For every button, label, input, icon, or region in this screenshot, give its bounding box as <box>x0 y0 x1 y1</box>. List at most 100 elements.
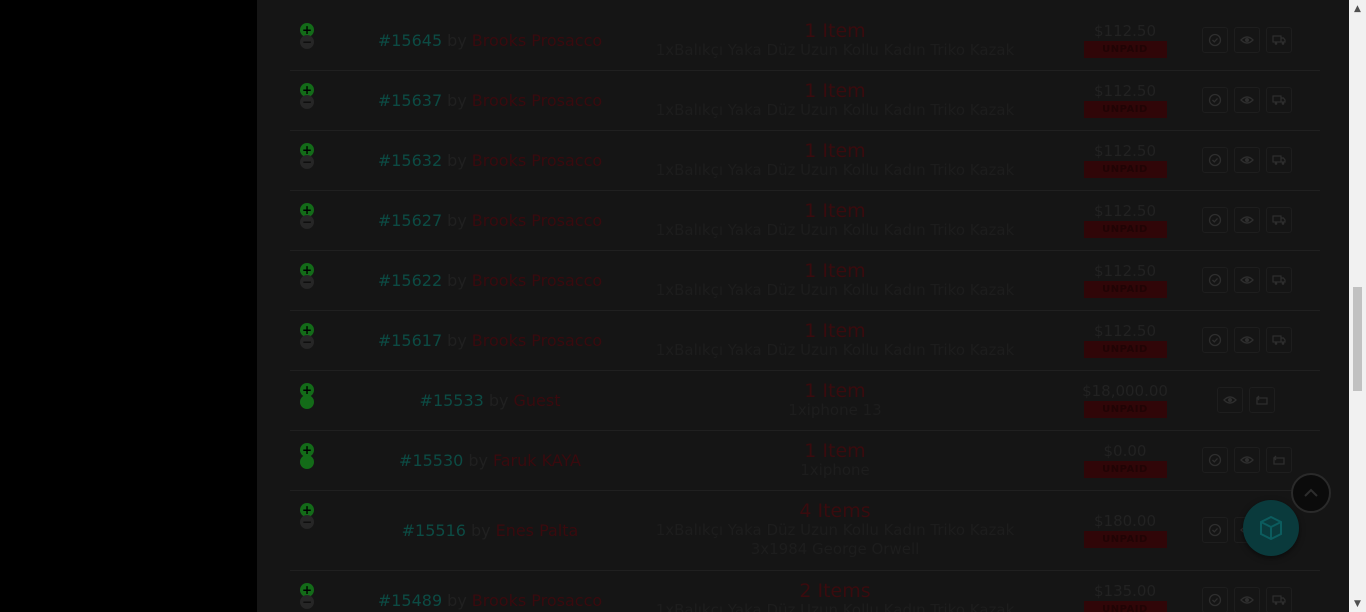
ship-button[interactable] <box>1266 207 1292 233</box>
order-number-link[interactable]: #15622 <box>378 271 442 290</box>
customer-name-link[interactable]: Brooks Prosacco <box>472 591 602 610</box>
order-total: $135.00 <box>1093 582 1157 600</box>
ship-button[interactable] <box>1266 87 1292 113</box>
items-count: 1 Item <box>804 79 866 102</box>
order-total: $112.50 <box>1093 262 1157 280</box>
item-line: 1xiphone 13 <box>788 400 882 419</box>
customer-name-link[interactable]: Enes Palta <box>496 521 579 540</box>
truck-icon <box>1272 213 1286 227</box>
actions-cell <box>1202 430 1298 490</box>
check-button[interactable] <box>1202 267 1228 293</box>
by-label: by <box>447 330 467 350</box>
floating-box-button[interactable] <box>1243 500 1299 556</box>
ship-button[interactable] <box>1266 27 1292 53</box>
price-cell: $180.00 UNPAID <box>1083 490 1167 570</box>
order-total: $112.50 <box>1093 82 1157 100</box>
order-total: $18,000.00 <box>1082 382 1168 400</box>
order-number-link[interactable]: #15530 <box>399 451 463 470</box>
items-cell: 1 Item 1xBalıkçı Yaka Düz Uzun Kollu Kadı… <box>590 310 1080 370</box>
scrollbar-thumb[interactable] <box>1353 287 1362 391</box>
check-circle-icon <box>1208 153 1222 167</box>
price-cell: $112.50 UNPAID <box>1083 310 1167 370</box>
view-button[interactable] <box>1234 147 1260 173</box>
order-total: $112.50 <box>1093 142 1157 160</box>
view-button[interactable] <box>1234 87 1260 113</box>
items-cell: 1 Item 1xBalıkçı Yaka Düz Uzun Kollu Kadı… <box>590 250 1080 310</box>
view-button[interactable] <box>1234 587 1260 612</box>
price-cell: $135.00 UNPAID <box>1083 570 1167 612</box>
table-row: + − #15632 by Brooks Prosacco 1 Item 1xBalıkçı… <box>290 130 1320 191</box>
vertical-scrollbar[interactable]: ▲ ▼ <box>1349 0 1366 612</box>
check-button[interactable] <box>1202 517 1228 543</box>
table-row: + − #15627 by Brooks Prosacco 1 Item 1xBalıkçı… <box>290 190 1320 251</box>
items-cell: 1 Item 1xBalıkçı Yaka Düz Uzun Kollu Kadı… <box>590 10 1080 70</box>
truck-icon <box>1272 33 1286 47</box>
by-label: by <box>447 90 467 110</box>
view-button[interactable] <box>1234 447 1260 473</box>
ship-button[interactable] <box>1266 327 1292 353</box>
eye-icon <box>1240 33 1254 47</box>
items-cell: 1 Item 1xBalıkçı Yaka Düz Uzun Kollu Kadı… <box>590 70 1080 130</box>
items-count: 1 Item <box>804 319 866 342</box>
order-number-link[interactable]: #15637 <box>378 91 442 110</box>
status-badge: UNPAID <box>1083 101 1167 118</box>
view-button[interactable] <box>1217 387 1243 413</box>
price-cell: $112.50 UNPAID <box>1083 70 1167 130</box>
check-button[interactable] <box>1202 207 1228 233</box>
customer-name-link[interactable]: Brooks Prosacco <box>472 331 602 350</box>
actions-cell <box>1202 10 1298 70</box>
by-label: by <box>470 520 491 540</box>
refund-button[interactable] <box>1266 447 1292 473</box>
order-number-link[interactable]: #15632 <box>378 151 442 170</box>
status-badge: UNPAID <box>1083 601 1167 612</box>
view-button[interactable] <box>1234 27 1260 53</box>
check-button[interactable] <box>1202 447 1228 473</box>
check-button[interactable] <box>1202 87 1228 113</box>
order-number-link[interactable]: #15617 <box>378 331 442 350</box>
check-button[interactable] <box>1202 587 1228 612</box>
order-number-link[interactable]: #15489 <box>378 591 442 610</box>
view-button[interactable] <box>1234 207 1260 233</box>
item-line: 1xBalıkçı Yaka Düz Uzun Kollu Kadın Trik… <box>655 280 1015 299</box>
eye-icon <box>1240 153 1254 167</box>
by-label: by <box>488 390 509 410</box>
price-cell: $112.50 UNPAID <box>1083 10 1167 70</box>
ship-button[interactable] <box>1266 147 1292 173</box>
order-number-link[interactable]: #15627 <box>378 211 442 230</box>
order-number-link[interactable]: #15516 <box>402 521 466 540</box>
items-cell: 1 Item 1xBalıkçı Yaka Düz Uzun Kollu Kadı… <box>590 190 1080 250</box>
status-badge: UNPAID <box>1083 461 1167 478</box>
items-count: 1 Item <box>804 259 866 282</box>
refund-button[interactable] <box>1249 387 1275 413</box>
view-button[interactable] <box>1234 267 1260 293</box>
items-cell: 1 Item 1xBalıkçı Yaka Düz Uzun Kollu Kadı… <box>590 130 1080 190</box>
customer-name-link[interactable]: Brooks Prosacco <box>472 271 602 290</box>
customer-name-link[interactable]: Brooks Prosacco <box>472 91 602 110</box>
customer-name-link[interactable]: Brooks Prosacco <box>472 31 602 50</box>
by-label: by <box>447 590 467 610</box>
eye-icon <box>1223 393 1237 407</box>
view-button[interactable] <box>1234 327 1260 353</box>
scroll-down-arrow-icon[interactable]: ▼ <box>1349 595 1366 612</box>
ship-button[interactable] <box>1266 267 1292 293</box>
item-line: 3x1984 George Orwell <box>750 540 920 558</box>
customer-name-link[interactable]: Guest <box>513 391 560 410</box>
item-line: 1xBalıkçı Yaka Düz Uzun Kollu Kadın Trik… <box>655 160 1015 179</box>
customer-name-link[interactable]: Faruk KAYA <box>493 451 581 470</box>
chevron-up-icon <box>1304 488 1318 497</box>
ship-button[interactable] <box>1266 587 1292 612</box>
check-button[interactable] <box>1202 327 1228 353</box>
items-cell: 1 Item 1xiphone <box>590 430 1080 490</box>
order-number-link[interactable]: #15533 <box>420 391 484 410</box>
actions-cell <box>1202 190 1298 250</box>
items-count: 1 Item <box>804 379 866 402</box>
check-button[interactable] <box>1202 147 1228 173</box>
back-to-top-button[interactable] <box>1291 473 1331 513</box>
items-cell: 1 Item 1xiphone 13 <box>590 370 1080 430</box>
customer-name-link[interactable]: Brooks Prosacco <box>472 151 602 170</box>
scroll-up-arrow-icon[interactable]: ▲ <box>1349 0 1366 17</box>
items-count: 1 Item <box>804 19 866 42</box>
check-button[interactable] <box>1202 27 1228 53</box>
customer-name-link[interactable]: Brooks Prosacco <box>472 211 602 230</box>
order-number-link[interactable]: #15645 <box>378 31 442 50</box>
